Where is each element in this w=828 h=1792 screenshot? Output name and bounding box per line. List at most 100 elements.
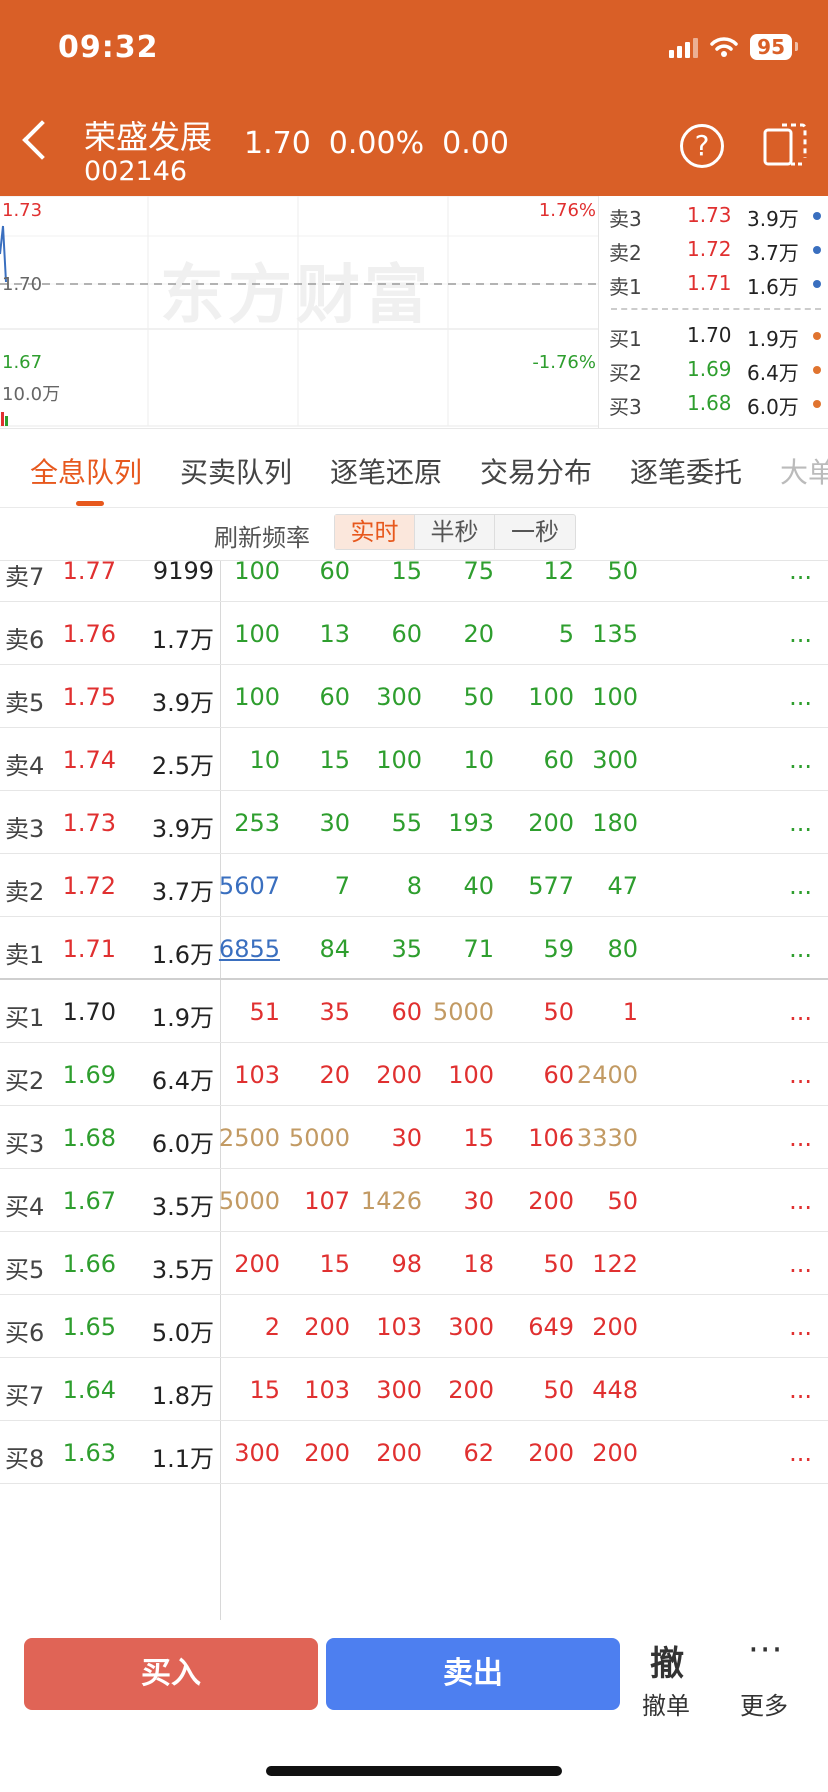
row-level-label: 买2 <box>5 1066 45 1095</box>
row-level-label: 卖3 <box>5 814 45 843</box>
ask-volume: 3.9万 <box>747 207 799 231</box>
sell-button[interactable]: 卖出 <box>326 1638 620 1710</box>
table-row[interactable]: 卖5 1.75 3.9万 100 60 300 50 100 100... <box>0 665 828 728</box>
table-row[interactable]: 买7 1.64 1.8万 15 103 300 200 50 448... <box>0 1358 828 1421</box>
row-more-icon[interactable]: ... <box>789 998 812 1026</box>
row-level-label: 卖2 <box>5 877 45 906</box>
order-quantity-link[interactable]: 5607 <box>219 872 280 900</box>
row-more-icon[interactable]: ... <box>789 746 812 774</box>
ask-volume: 3.7万 <box>747 241 799 265</box>
bid-volume: 6.0万 <box>747 395 799 419</box>
cancel-order-icon[interactable]: 撤 <box>650 1636 684 1685</box>
row-level-label: 买4 <box>5 1192 45 1221</box>
order-quantity: 448 <box>592 1375 638 1404</box>
row-more-icon[interactable]: ... <box>789 1439 812 1467</box>
more-icon[interactable]: ··· <box>748 1630 783 1670</box>
row-more-icon[interactable]: ... <box>789 1187 812 1215</box>
layout-switch-icon[interactable] <box>762 122 808 168</box>
tab-tick-orders[interactable]: 逐笔委托 <box>630 451 742 491</box>
order-quantity: 200 <box>304 1438 350 1467</box>
table-row[interactable]: 卖7 1.77 9199 100 60 15 75 12 50... <box>0 560 828 602</box>
order-quantity: 100 <box>234 560 280 585</box>
table-row[interactable]: 买8 1.63 1.1万 300 200 200 62 200 200... <box>0 1421 828 1484</box>
row-more-icon[interactable]: ... <box>789 1313 812 1341</box>
ask-row[interactable]: 卖2 1.72 3.7万 <box>599 232 828 266</box>
row-volume: 3.7万 <box>151 877 214 906</box>
order-quantity: 15 <box>319 745 350 774</box>
bid-row[interactable]: 买3 1.68 6.0万 <box>599 386 828 420</box>
tab-large-orders[interactable]: 大单 <box>780 451 828 491</box>
row-more-icon[interactable]: ... <box>789 620 812 648</box>
ask-label: 卖3 <box>609 207 642 231</box>
order-quantity: 50 <box>543 997 574 1026</box>
row-price: 1.76 <box>62 619 116 648</box>
buy-button[interactable]: 买入 <box>24 1638 318 1710</box>
table-row[interactable]: 卖4 1.74 2.5万 10 15 100 10 60 300... <box>0 728 828 791</box>
top-header: 09:32 95 荣盛发展 002146 1.70 0.00% 0.00 ? <box>0 0 828 196</box>
order-quantity: 100 <box>592 682 638 711</box>
ask-price: 1.73 <box>687 203 732 227</box>
row-more-icon[interactable]: ... <box>789 1124 812 1152</box>
order-quantity: 180 <box>592 808 638 837</box>
bid-row[interactable]: 买1 1.70 1.9万 <box>599 318 828 352</box>
help-icon[interactable]: ? <box>680 124 724 168</box>
price-low-label: 1.67 <box>2 352 43 373</box>
back-arrow-icon[interactable] <box>22 120 62 160</box>
tab-buy-sell-queue[interactable]: 买卖队列 <box>180 451 292 491</box>
order-quantity: 103 <box>304 1375 350 1404</box>
order-quantity: 200 <box>592 1438 638 1467</box>
tab-tick-restore[interactable]: 逐笔还原 <box>330 451 442 491</box>
ask-row[interactable]: 卖3 1.73 3.9万 <box>599 198 828 232</box>
row-more-icon[interactable]: ... <box>789 1376 812 1404</box>
table-row[interactable]: 卖3 1.73 3.9万 253 30 55 193 200 180... <box>0 791 828 854</box>
order-quantity: 15 <box>319 1249 350 1278</box>
order-quantity: 200 <box>234 1249 280 1278</box>
row-price: 1.72 <box>62 871 116 900</box>
ask-row[interactable]: 卖1 1.71 1.6万 <box>599 266 828 300</box>
order-quantity: 200 <box>528 1438 574 1467</box>
table-row[interactable]: 买3 1.68 6.0万 2500 5000 30 15 106 3330... <box>0 1106 828 1169</box>
table-row[interactable]: 买2 1.69 6.4万 103 20 200 100 60 2400... <box>0 1043 828 1106</box>
tab-full-queue[interactable]: 全息队列 <box>30 451 142 491</box>
table-row[interactable]: 买6 1.65 5.0万 2 200 103 300 649 200... <box>0 1295 828 1358</box>
row-more-icon[interactable]: ... <box>789 809 812 837</box>
row-volume: 1.1万 <box>151 1444 214 1473</box>
refresh-option-realtime[interactable]: 实时 <box>335 515 415 549</box>
intraday-chart[interactable]: 东方财富 1.73 1.70 1.67 1.76% -1.76% 10.0万 <box>0 196 598 428</box>
ask-dot-icon <box>813 280 821 288</box>
row-more-icon[interactable]: ... <box>789 872 812 900</box>
order-quantity: 1426 <box>360 1186 422 1215</box>
row-more-icon[interactable]: ... <box>789 1061 812 1089</box>
status-time: 09:32 <box>58 30 159 65</box>
table-row[interactable]: 买4 1.67 3.5万 5000 107 1426 30 200 50... <box>0 1169 828 1232</box>
more-label[interactable]: 更多 <box>740 1686 788 1721</box>
stock-code: 002146 <box>84 156 188 187</box>
row-more-icon[interactable]: ... <box>789 561 812 585</box>
order-quantity-link[interactable]: 6855 <box>219 935 280 963</box>
table-row[interactable]: 买5 1.66 3.5万 200 15 98 18 50 122... <box>0 1232 828 1295</box>
tab-trade-distribution[interactable]: 交易分布 <box>480 451 592 491</box>
order-quantity: 60 <box>319 682 350 711</box>
table-row[interactable]: 卖2 1.72 3.7万 5607 7 8 40 577 47... <box>0 854 828 917</box>
row-volume: 5.0万 <box>151 1318 214 1347</box>
cancel-order-label[interactable]: 撤单 <box>642 1686 690 1721</box>
order-quantity: 60 <box>543 1060 574 1089</box>
order-quantity: 100 <box>528 682 574 711</box>
order-quantity: 5000 <box>432 997 494 1026</box>
row-level-label: 卖1 <box>5 940 45 969</box>
table-row[interactable]: 买1 1.70 1.9万 51 35 60 5000 50 1... <box>0 980 828 1043</box>
status-icons: 95 <box>669 34 798 60</box>
bid-price: 1.68 <box>687 391 732 415</box>
order-quantity: 200 <box>304 1312 350 1341</box>
row-more-icon[interactable]: ... <box>789 1250 812 1278</box>
table-row[interactable]: 卖1 1.71 1.6万 6855 84 35 71 59 80... <box>0 917 828 980</box>
table-row[interactable]: 卖6 1.76 1.7万 100 13 60 20 5 135... <box>0 602 828 665</box>
order-quantity: 200 <box>528 1186 574 1215</box>
refresh-option-one-second[interactable]: 一秒 <box>495 515 575 549</box>
bid-row[interactable]: 买2 1.69 6.4万 <box>599 352 828 386</box>
order-quantity: 15 <box>249 1375 280 1404</box>
order-quantity: 35 <box>391 934 422 963</box>
row-more-icon[interactable]: ... <box>789 683 812 711</box>
row-more-icon[interactable]: ... <box>789 935 812 963</box>
refresh-option-half-second[interactable]: 半秒 <box>415 515 495 549</box>
